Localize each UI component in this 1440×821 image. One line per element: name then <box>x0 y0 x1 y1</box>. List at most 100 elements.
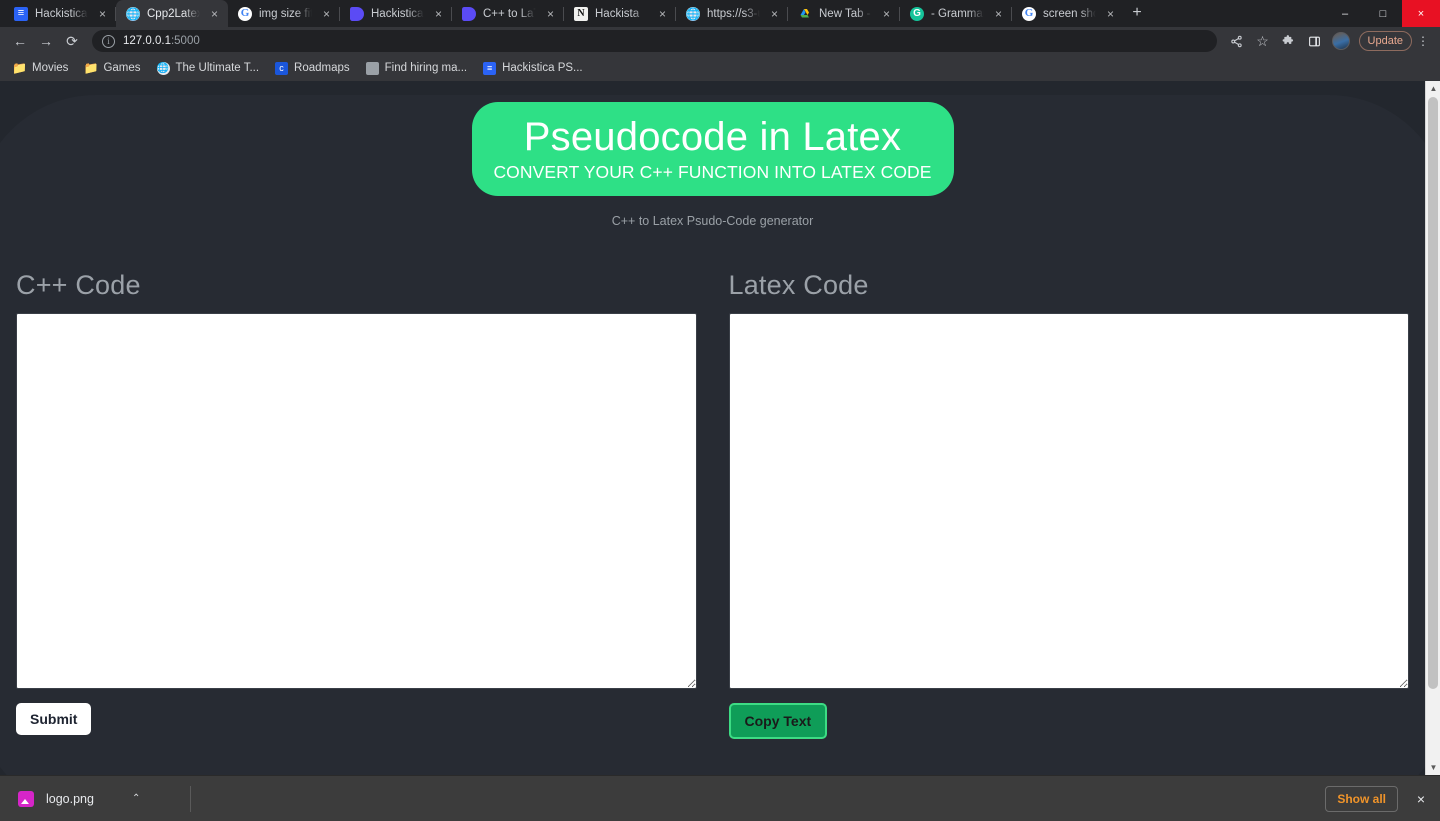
tab-close-icon[interactable]: × <box>879 6 894 21</box>
tab-title: img size fit vie <box>259 7 312 20</box>
browser-tab-9[interactable]: - Grammarly × <box>900 0 1012 27</box>
share-icon[interactable] <box>1225 29 1249 53</box>
show-all-downloads-button[interactable]: Show all <box>1325 785 1398 812</box>
extensions-puzzle-icon[interactable] <box>1277 29 1301 53</box>
tab-close-icon[interactable]: × <box>95 6 110 21</box>
tab-close-icon[interactable]: × <box>655 6 670 21</box>
forward-icon[interactable]: → <box>34 29 58 53</box>
back-icon[interactable]: ← <box>8 29 32 53</box>
cpp-code-textarea[interactable] <box>16 313 697 689</box>
scroll-up-arrow[interactable]: ▲ <box>1426 81 1440 96</box>
browser-tab-6[interactable]: Hackista × <box>564 0 676 27</box>
logo-banner: Pseudocode in Latex CONVERT YOUR C++ FUN… <box>471 102 954 196</box>
folder-icon: 📁 <box>12 61 27 75</box>
latex-code-textarea[interactable] <box>728 313 1409 689</box>
bookmark-roadmaps[interactable]: c Roadmaps <box>268 59 357 78</box>
bookmark-games[interactable]: 📁 Games <box>77 59 147 78</box>
hackistica-icon: ≡ <box>483 61 497 75</box>
browser-tab-2[interactable]: Cpp2Latex × <box>116 0 228 27</box>
browser-tab-8[interactable]: New Tab - Goo × <box>788 0 900 27</box>
cpp-heading: C++ Code <box>16 270 141 300</box>
reload-icon[interactable]: ⟳ <box>60 29 84 53</box>
tab-close-icon[interactable]: × <box>431 6 446 21</box>
scrollbar-thumb[interactable] <box>1428 97 1438 689</box>
tab-title: New Tab - Goo <box>819 7 872 20</box>
tab-close-icon[interactable]: × <box>207 6 222 21</box>
bookmark-star-icon[interactable]: ☆ <box>1251 29 1275 53</box>
globe-icon <box>686 6 700 21</box>
tab-close-icon[interactable]: × <box>991 6 1006 21</box>
shelf-divider <box>190 785 191 812</box>
tab-title: Hackistica '23 <box>371 7 424 20</box>
address-bar[interactable]: i 127.0.0.1:5000 <box>92 30 1217 52</box>
browser-tab-7[interactable]: https://s3-us- × <box>676 0 788 27</box>
bookmark-ultimate[interactable]: 🌐 The Ultimate T... <box>150 59 267 78</box>
maximize-button[interactable]: □ <box>1364 0 1402 27</box>
shelf-actions: Show all × <box>1325 785 1430 812</box>
cpp-column: C++ Code Submit <box>16 270 697 739</box>
tab-title: Hackistica PS <box>35 7 88 20</box>
minimize-button[interactable]: – <box>1326 0 1364 27</box>
update-button[interactable]: Update <box>1358 31 1412 51</box>
browser-tab-3[interactable]: img size fit vie × <box>228 0 340 27</box>
image-icon <box>365 61 379 75</box>
copy-text-button[interactable]: Copy Text <box>728 703 828 739</box>
bookmark-hackistica[interactable]: ≡ Hackistica PS... <box>476 59 590 78</box>
page-scrollbar[interactable]: ▲ ▼ <box>1425 81 1440 775</box>
browser-tab-1[interactable]: Hackistica PS × <box>4 0 116 27</box>
browser-window: Hackistica PS × Cpp2Latex × img size fit… <box>0 0 1440 821</box>
grammarly-icon <box>910 6 924 21</box>
browser-toolbar: ← → ⟳ i 127.0.0.1:5000 ☆ Update ⋮ <box>0 27 1440 55</box>
hackistica-icon <box>14 6 28 21</box>
url-text: 127.0.0.1:5000 <box>123 35 200 47</box>
logo-title: Pseudocode in Latex <box>523 115 902 159</box>
purple-icon <box>462 6 476 21</box>
profile-avatar[interactable] <box>1329 29 1353 53</box>
editor-columns: C++ Code Submit Latex Code Copy Text <box>16 270 1409 739</box>
close-window-button[interactable]: × <box>1402 0 1440 27</box>
tab-title: C++ to LaTeX F <box>483 7 536 20</box>
bookmark-label: The Ultimate T... <box>175 62 260 74</box>
tab-title: Hackista <box>595 7 640 20</box>
logo-subtitle: CONVERT YOUR C++ FUNCTION INTO LATEX COD… <box>493 162 932 182</box>
page-content: Pseudocode in Latex CONVERT YOUR C++ FUN… <box>0 81 1425 739</box>
browser-tab-5[interactable]: C++ to LaTeX F × <box>452 0 564 27</box>
url-host: 127.0.0.1 <box>123 35 171 47</box>
browser-tab-4[interactable]: Hackistica '23 × <box>340 0 452 27</box>
download-file-name: logo.png <box>46 791 94 806</box>
side-panel-icon[interactable] <box>1303 29 1327 53</box>
download-item[interactable]: logo.png ⌃ <box>10 786 178 812</box>
submit-button[interactable]: Submit <box>16 703 92 735</box>
folder-icon: 📁 <box>83 61 99 75</box>
image-file-icon <box>18 790 34 807</box>
page-tagline: C++ to Latex Psudo-Code generator <box>611 214 814 228</box>
site-info-icon[interactable]: i <box>102 34 115 48</box>
google-icon <box>1022 6 1036 21</box>
bookmark-label: Movies <box>32 62 69 74</box>
avatar <box>1331 32 1350 50</box>
globe-icon <box>126 6 140 21</box>
bookmark-label: Roadmaps <box>294 62 350 74</box>
tab-close-icon[interactable]: × <box>543 6 558 21</box>
browser-tab-10[interactable]: screen shot sh × <box>1012 0 1124 27</box>
web-page: Pseudocode in Latex CONVERT YOUR C++ FUN… <box>0 81 1425 775</box>
tab-close-icon[interactable]: × <box>767 6 782 21</box>
bookmark-label: Find hiring ma... <box>384 62 468 74</box>
tab-close-icon[interactable]: × <box>1103 6 1118 21</box>
tab-title: https://s3-us- <box>707 7 760 20</box>
bookmark-label: Games <box>103 62 141 74</box>
tab-close-icon[interactable]: × <box>319 6 334 21</box>
browser-menu-icon[interactable]: ⋮ <box>1414 34 1432 48</box>
chevron-up-icon[interactable]: ⌃ <box>132 793 140 804</box>
scroll-down-arrow[interactable]: ▼ <box>1426 760 1440 775</box>
close-shelf-icon[interactable]: × <box>1412 791 1430 807</box>
blue-square-icon: c <box>275 61 289 75</box>
window-controls: – □ × <box>1326 0 1440 27</box>
bookmark-movies[interactable]: 📁 Movies <box>6 59 75 78</box>
drive-icon <box>798 7 812 21</box>
cpp-button-row: Submit <box>16 703 697 735</box>
new-tab-button[interactable]: + <box>1124 0 1150 26</box>
bookmark-hiring[interactable]: Find hiring ma... <box>359 59 474 78</box>
globe-icon: 🌐 <box>156 61 170 75</box>
tab-strip: Hackistica PS × Cpp2Latex × img size fit… <box>0 0 1440 27</box>
